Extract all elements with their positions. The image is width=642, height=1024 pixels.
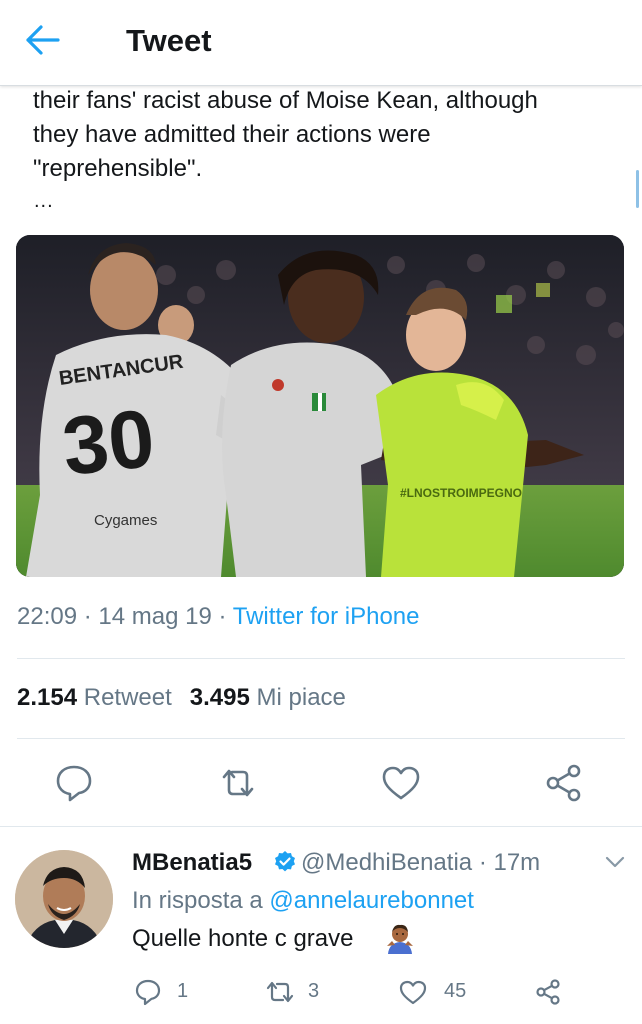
reply-author-handle[interactable]: @MedhiBenatia · 17m — [301, 849, 540, 877]
avatar[interactable] — [15, 850, 113, 948]
tweet-text-line: "reprehensible". — [33, 155, 203, 182]
likes-stat[interactable]: 3.495 Mi piace — [190, 684, 346, 711]
in-reply-handle-link[interactable]: @annelaurebonnet — [269, 887, 474, 914]
like-button[interactable] — [378, 760, 424, 806]
divider — [17, 738, 625, 739]
reply-like-button[interactable]: 45 — [398, 975, 478, 1009]
meta-separator: · — [83, 603, 92, 630]
tweet-source-link[interactable]: Twitter for iPhone — [233, 603, 420, 630]
retweet-arrows-icon — [266, 981, 294, 1003]
reply-button[interactable] — [51, 760, 97, 806]
verified-badge-icon — [275, 851, 295, 872]
in-reply-to: In risposta a @annelaurebonnet — [132, 887, 474, 915]
speech-bubble-icon — [56, 765, 92, 802]
in-reply-prefix: In risposta a — [132, 887, 263, 914]
back-button[interactable] — [22, 22, 66, 58]
reply-tweet[interactable]: MBenatia5 @MedhiBenatia · 17m In rispost… — [0, 827, 642, 1024]
tweet-text-line: their fans' racist abuse of Moise Kean, … — [33, 87, 538, 114]
scrollbar-thumb[interactable] — [636, 170, 639, 208]
jersey-sponsor: Cygames — [94, 512, 157, 529]
speech-bubble-icon — [135, 979, 161, 1006]
chevron-down-icon[interactable] — [604, 854, 626, 870]
reply-text: Quelle honte c grave — [132, 925, 354, 952]
heart-icon — [382, 766, 420, 800]
reply-action-bar: 1 3 45 — [0, 975, 642, 1009]
divider — [17, 658, 625, 659]
reply-author-name[interactable]: MBenatia5 — [132, 849, 252, 877]
tweet-stats: 2.154 Retweet 3.495 Mi piace — [17, 684, 346, 712]
keeper-shirt-text: #LNOSTROIMPEGNO — [400, 486, 522, 500]
reply-likes-count: 45 — [444, 980, 467, 1002]
tweet-meta: 22:09 · 14 mag 19 · Twitter for iPhone — [17, 603, 419, 631]
top-app-bar: Tweet — [0, 0, 642, 86]
reply-handle-text: @MedhiBenatia — [301, 849, 473, 876]
arrow-left-icon — [26, 25, 60, 55]
jersey-number: 30 — [58, 393, 158, 493]
reply-replies-count: 1 — [177, 980, 189, 1002]
retweet-arrows-icon — [222, 769, 254, 797]
retweets-label: Retweet — [83, 684, 172, 711]
page-title: Tweet — [126, 23, 212, 58]
tweet-text: their fans' racist abuse of Moise Kean, … — [33, 84, 613, 186]
share-button[interactable] — [541, 760, 587, 806]
likes-label: Mi piace — [256, 684, 346, 711]
share-nodes-icon — [546, 764, 581, 802]
retweet-button[interactable] — [215, 760, 261, 806]
avatar-image — [15, 850, 113, 948]
reply-share-button[interactable] — [533, 975, 565, 1009]
tweet-text-line: they have admitted their actions were — [33, 121, 431, 148]
person-shrugging-emoji — [387, 924, 413, 954]
meta-separator: · — [218, 603, 227, 630]
retweets-stat[interactable]: 2.154 Retweet — [17, 684, 172, 711]
reply-retweet-button[interactable]: 3 — [264, 975, 334, 1009]
heart-icon — [399, 980, 427, 1005]
reply-reply-button[interactable]: 1 — [133, 975, 193, 1009]
retweets-count: 2.154 — [17, 684, 78, 711]
likes-count: 3.495 — [189, 684, 250, 711]
tweet-text-ellipsis: ... — [34, 190, 54, 212]
tweet-date: 14 mag 19 — [98, 603, 212, 630]
reply-time: · 17m — [478, 849, 541, 876]
reply-retweets-count: 3 — [308, 980, 320, 1002]
tweet-action-bar — [0, 760, 642, 806]
share-nodes-icon — [536, 979, 560, 1005]
football-players-photo: BENTANCUR 30 Cygames #LNOSTROIMPEGNO — [16, 235, 624, 577]
tweet-photo[interactable]: BENTANCUR 30 Cygames #LNOSTROIMPEGNO — [16, 235, 624, 577]
tweet-time: 22:09 — [17, 603, 78, 630]
